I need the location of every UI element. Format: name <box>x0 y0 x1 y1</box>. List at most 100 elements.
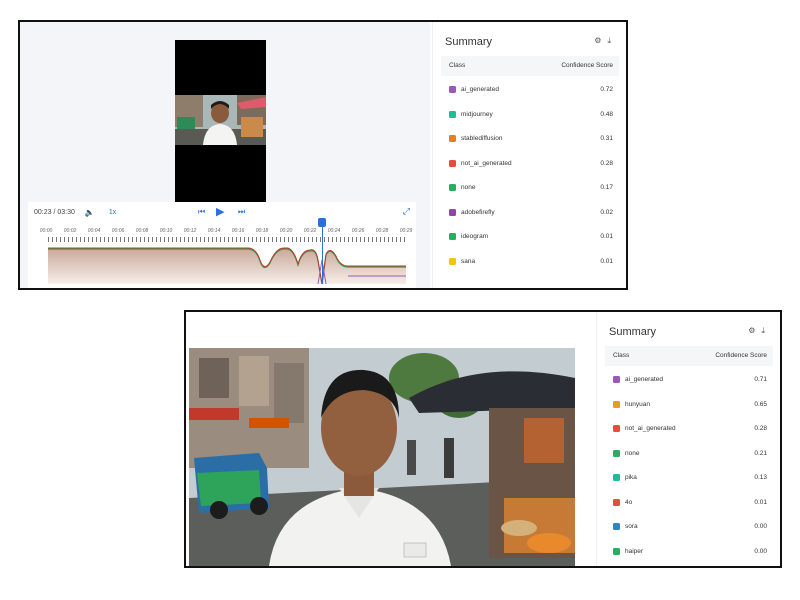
confidence-score: 0.28 <box>754 425 767 432</box>
settings-icon[interactable]: ⚙ <box>748 326 761 335</box>
summary-row: hunyuan 0.65 <box>605 393 773 418</box>
class-label: pika <box>625 474 637 481</box>
street-scene-image <box>175 95 266 145</box>
timeline-tick-label: 00:29 <box>399 228 413 234</box>
confidence-score: 0.13 <box>754 474 767 481</box>
summary-row: sora 0.00 <box>605 515 773 540</box>
confidence-score: 0.01 <box>600 233 613 240</box>
summary-title: Summary <box>609 326 657 338</box>
confidence-score: 0.31 <box>600 135 613 142</box>
summary-table-header: Class Confidence Score <box>605 346 773 366</box>
video-frame-thumbnail <box>175 95 266 145</box>
class-color-swatch <box>613 523 620 530</box>
summary-panel: Summary ⚙⤓ Class Confidence Score ai_gen… <box>596 312 780 566</box>
summary-row: pika 0.13 <box>605 466 773 491</box>
timeline-tick-label: 00:20 <box>279 228 293 234</box>
confidence-score: 0.21 <box>754 449 767 457</box>
class-label: adobefirefly <box>461 208 495 216</box>
summary-row: ideogram 0.01 <box>441 225 619 250</box>
class-color-swatch <box>449 135 456 142</box>
confidence-score: 0.01 <box>600 257 613 265</box>
screenshot-frame-top: 00:23 / 03:30 🔈 1x ⏮ ▶ ⏭ ⤢ 00:00 00:02 00:… <box>18 20 628 290</box>
summary-row: not_ai_generated 0.28 <box>605 417 773 442</box>
class-label: not_ai_generated <box>461 159 512 167</box>
video-player[interactable] <box>175 40 266 202</box>
summary-row: none 0.17 <box>441 176 619 201</box>
timeline-tick-label: 00:26 <box>351 228 365 234</box>
playback-speed-button[interactable]: 1x <box>109 209 116 216</box>
settings-icon[interactable]: ⚙ <box>594 36 607 45</box>
class-label: ideogram <box>461 233 489 240</box>
playhead-handle[interactable] <box>318 218 326 227</box>
timeline-tick-label: 00:22 <box>303 228 317 234</box>
timeline-tick-label: 00:16 <box>231 228 245 234</box>
summary-row: haiper 0.00 <box>605 540 773 565</box>
summary-row: 4o 0.01 <box>605 491 773 516</box>
play-icon[interactable]: ▶ <box>216 205 224 218</box>
confidence-score: 0.00 <box>754 523 767 530</box>
class-label: midjourney <box>461 110 493 118</box>
class-label: hunyuan <box>625 400 650 408</box>
confidence-score: 0.65 <box>754 400 767 408</box>
timeline-tick-label: 00:04 <box>87 228 101 234</box>
volume-icon[interactable]: 🔈 <box>85 208 95 217</box>
summary-row: sana 0.01 <box>441 250 619 275</box>
timeline-tick-label: 00:28 <box>375 228 389 234</box>
timeline[interactable]: 00:00 00:02 00:04 00:06 00:08 00:10 00:12 00:14… <box>28 218 416 288</box>
summary-actions: ⚙⤓ <box>748 326 771 336</box>
class-color-swatch <box>449 233 456 240</box>
class-color-swatch <box>613 425 620 432</box>
summary-row: ai_generated 0.72 <box>441 78 619 103</box>
timeline-tick-label: 00:10 <box>159 228 173 234</box>
timeline-tick-label: 00:08 <box>135 228 149 234</box>
fullscreen-icon[interactable]: ⤢ <box>403 206 410 217</box>
download-icon[interactable]: ⤓ <box>761 326 771 335</box>
summary-rows: ai_generated 0.71 hunyuan 0.65 not_ai_gene… <box>605 368 773 564</box>
class-color-swatch <box>613 400 620 408</box>
confidence-score: 0.17 <box>600 184 613 191</box>
video-player[interactable] <box>189 348 575 566</box>
summary-row: adobefirefly 0.02 <box>441 201 619 226</box>
summary-table-header: Class Confidence Score <box>441 56 619 76</box>
class-color-swatch <box>449 208 456 216</box>
confidence-score: 0.48 <box>600 110 613 118</box>
time-display: 00:23 / 03:30 <box>34 208 75 216</box>
timeline-tick-label: 00:02 <box>63 228 77 234</box>
column-header-class: Class <box>613 352 630 359</box>
timeline-tick-label: 00:14 <box>207 228 221 234</box>
skip-forward-icon[interactable]: ⏭ <box>238 207 245 217</box>
video-stage: 00:23 / 03:30 🔈 1x ⏮ ▶ ⏭ ⤢ 00:00 00:02 00:… <box>20 22 430 288</box>
class-label: stablediffusion <box>461 135 503 142</box>
summary-panel: Summary ⚙⤓ Class Confidence Score ai_gen… <box>432 22 626 288</box>
summary-row: not_ai_generated 0.28 <box>441 152 619 177</box>
class-label: haiper <box>625 547 644 555</box>
timeline-tick-labels: 00:00 00:02 00:04 00:06 00:08 00:10 00:12 00:14… <box>40 228 413 236</box>
skip-back-icon[interactable]: ⏮ <box>198 207 205 217</box>
video-stage <box>186 312 594 566</box>
class-color-swatch <box>449 86 456 93</box>
class-color-swatch <box>613 474 620 481</box>
download-icon[interactable]: ⤓ <box>607 36 617 45</box>
summary-row: stablediffusion 0.31 <box>441 127 619 152</box>
column-header-score: Confidence Score <box>561 62 613 69</box>
class-label: sora <box>625 523 638 530</box>
class-color-swatch <box>449 159 456 167</box>
timeline-tick-label: 00:18 <box>255 228 269 234</box>
confidence-score: 0.72 <box>600 86 613 93</box>
player-controls: 00:23 / 03:30 🔈 1x ⏮ ▶ ⏭ ⤢ <box>28 202 416 222</box>
playhead-line <box>322 222 323 284</box>
confidence-score: 0.02 <box>600 208 613 216</box>
confidence-waveform <box>48 247 406 284</box>
timeline-tick-label: 00:06 <box>111 228 125 234</box>
class-color-swatch <box>449 110 456 118</box>
class-color-swatch <box>613 376 620 383</box>
timeline-tick-label: 00:24 <box>327 228 341 234</box>
class-label: ai_generated <box>625 376 663 383</box>
confidence-score: 0.28 <box>600 159 613 167</box>
class-label: sana <box>461 257 476 265</box>
summary-row: none 0.21 <box>605 442 773 467</box>
summary-title: Summary <box>445 36 493 48</box>
class-label: ai_generated <box>461 86 499 93</box>
summary-actions: ⚙⤓ <box>594 36 617 46</box>
class-label: 4o <box>625 498 633 506</box>
